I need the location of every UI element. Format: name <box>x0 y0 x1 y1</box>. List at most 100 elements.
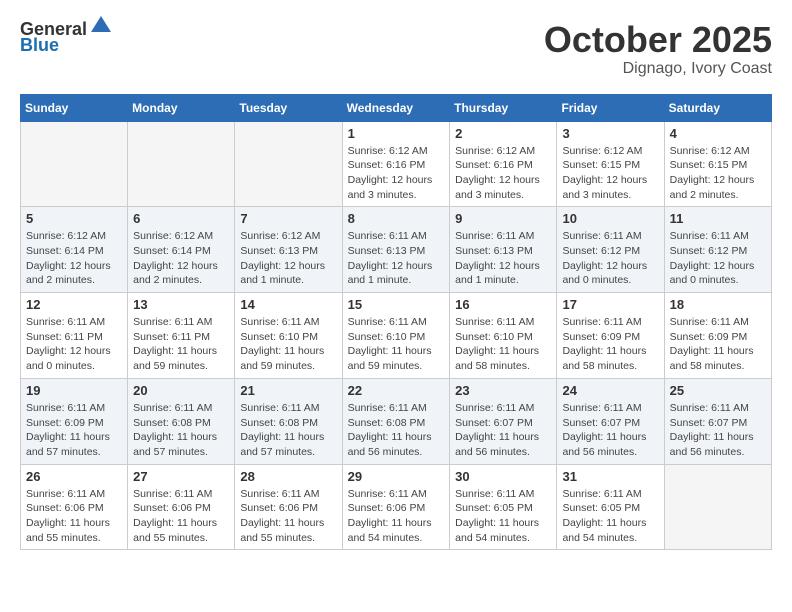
calendar-cell: 9 Sunrise: 6:11 AM Sunset: 6:13 PM Daylig… <box>450 207 557 293</box>
logo-text: General Blue <box>20 20 113 56</box>
weekday-header-sunday: Sunday <box>21 94 128 121</box>
calendar-cell <box>21 121 128 207</box>
day-number: 27 <box>133 469 229 484</box>
location: Dignago, Ivory Coast <box>544 60 772 78</box>
logo: General Blue <box>20 20 113 56</box>
day-number: 25 <box>670 383 766 398</box>
calendar-week-row: 5Sunrise: 6:12 AM Sunset: 6:14 PM Daylig… <box>21 207 772 293</box>
day-number: 10 <box>562 211 658 226</box>
calendar-cell <box>664 464 771 550</box>
day-number: 29 <box>348 469 445 484</box>
calendar-cell: 18 Sunrise: 6:11 AM Sunset: 6:09 PM Dayli… <box>664 293 771 379</box>
calendar-cell <box>235 121 342 207</box>
day-number: 7 <box>240 211 336 226</box>
day-info: Sunrise: 6:11 AM Sunset: 6:06 PM Dayligh… <box>240 487 336 546</box>
day-number: 12 <box>26 297 122 312</box>
calendar-cell: 31 Sunrise: 6:11 AM Sunset: 6:05 PM Dayli… <box>557 464 664 550</box>
calendar-cell: 25 Sunrise: 6:11 AM Sunset: 6:07 PM Dayli… <box>664 378 771 464</box>
day-number: 18 <box>670 297 766 312</box>
title-block: October 2025 Dignago, Ivory Coast <box>544 20 772 78</box>
calendar-cell: 6 Sunrise: 6:12 AM Sunset: 6:14 PM Daylig… <box>128 207 235 293</box>
day-info: Sunrise: 6:11 AM Sunset: 6:07 PM Dayligh… <box>562 401 658 460</box>
page-header: General Blue October 2025 Dignago, Ivory… <box>20 20 772 78</box>
calendar-cell: 8 Sunrise: 6:11 AM Sunset: 6:13 PM Daylig… <box>342 207 450 293</box>
calendar-cell: 7 Sunrise: 6:12 AM Sunset: 6:13 PM Daylig… <box>235 207 342 293</box>
day-number: 13 <box>133 297 229 312</box>
calendar-cell: 11 Sunrise: 6:11 AM Sunset: 6:12 PM Dayli… <box>664 207 771 293</box>
day-number: 6 <box>133 211 229 226</box>
day-info: Sunrise: 6:11 AM Sunset: 6:10 PM Dayligh… <box>240 315 336 374</box>
calendar-cell: 29 Sunrise: 6:11 AM Sunset: 6:06 PM Dayli… <box>342 464 450 550</box>
calendar-cell: 27 Sunrise: 6:11 AM Sunset: 6:06 PM Dayli… <box>128 464 235 550</box>
day-number: 17 <box>562 297 658 312</box>
calendar-cell: 30Sunrise: 6:11 AM Sunset: 6:05 PM Dayli… <box>450 464 557 550</box>
calendar-table: SundayMondayTuesdayWednesdayThursdayFrid… <box>20 94 772 551</box>
day-info: Sunrise: 6:12 AM Sunset: 6:14 PM Dayligh… <box>26 229 122 288</box>
weekday-header-monday: Monday <box>128 94 235 121</box>
day-info: Sunrise: 6:11 AM Sunset: 6:05 PM Dayligh… <box>562 487 658 546</box>
day-info: Sunrise: 6:11 AM Sunset: 6:12 PM Dayligh… <box>562 229 658 288</box>
calendar-cell: 22Sunrise: 6:11 AM Sunset: 6:08 PM Dayli… <box>342 378 450 464</box>
day-number: 24 <box>562 383 658 398</box>
weekday-header-thursday: Thursday <box>450 94 557 121</box>
day-number: 19 <box>26 383 122 398</box>
day-info: Sunrise: 6:12 AM Sunset: 6:16 PM Dayligh… <box>348 144 445 203</box>
calendar-cell: 24 Sunrise: 6:11 AM Sunset: 6:07 PM Dayli… <box>557 378 664 464</box>
day-number: 8 <box>348 211 445 226</box>
day-number: 11 <box>670 211 766 226</box>
calendar-cell: 26Sunrise: 6:11 AM Sunset: 6:06 PM Dayli… <box>21 464 128 550</box>
calendar-cell <box>128 121 235 207</box>
calendar-cell: 16 Sunrise: 6:11 AM Sunset: 6:10 PM Dayli… <box>450 293 557 379</box>
weekday-header-row: SundayMondayTuesdayWednesdayThursdayFrid… <box>21 94 772 121</box>
day-number: 23 <box>455 383 551 398</box>
day-info: Sunrise: 6:11 AM Sunset: 6:06 PM Dayligh… <box>348 487 445 546</box>
day-info: Sunrise: 6:11 AM Sunset: 6:08 PM Dayligh… <box>240 401 336 460</box>
day-number: 16 <box>455 297 551 312</box>
day-info: Sunrise: 6:11 AM Sunset: 6:08 PM Dayligh… <box>133 401 229 460</box>
day-info: Sunrise: 6:11 AM Sunset: 6:06 PM Dayligh… <box>133 487 229 546</box>
day-number: 3 <box>562 126 658 141</box>
weekday-header-saturday: Saturday <box>664 94 771 121</box>
day-number: 31 <box>562 469 658 484</box>
day-info: Sunrise: 6:11 AM Sunset: 6:09 PM Dayligh… <box>26 401 122 460</box>
weekday-header-tuesday: Tuesday <box>235 94 342 121</box>
day-info: Sunrise: 6:12 AM Sunset: 6:13 PM Dayligh… <box>240 229 336 288</box>
calendar-cell: 12 Sunrise: 6:11 AM Sunset: 6:11 PM Dayli… <box>21 293 128 379</box>
logo-blue: Blue <box>20 36 113 56</box>
day-number: 21 <box>240 383 336 398</box>
calendar-cell: 14 Sunrise: 6:11 AM Sunset: 6:10 PM Dayli… <box>235 293 342 379</box>
day-info: Sunrise: 6:11 AM Sunset: 6:07 PM Dayligh… <box>455 401 551 460</box>
calendar-cell: 1Sunrise: 6:12 AM Sunset: 6:16 PM Daylig… <box>342 121 450 207</box>
day-info: Sunrise: 6:11 AM Sunset: 6:12 PM Dayligh… <box>670 229 766 288</box>
day-number: 28 <box>240 469 336 484</box>
day-info: Sunrise: 6:12 AM Sunset: 6:14 PM Dayligh… <box>133 229 229 288</box>
day-number: 20 <box>133 383 229 398</box>
calendar-week-row: 12 Sunrise: 6:11 AM Sunset: 6:11 PM Dayli… <box>21 293 772 379</box>
calendar-cell: 10 Sunrise: 6:11 AM Sunset: 6:12 PM Dayli… <box>557 207 664 293</box>
calendar-cell: 17Sunrise: 6:11 AM Sunset: 6:09 PM Dayli… <box>557 293 664 379</box>
calendar-week-row: 19 Sunrise: 6:11 AM Sunset: 6:09 PM Dayli… <box>21 378 772 464</box>
weekday-header-wednesday: Wednesday <box>342 94 450 121</box>
day-info: Sunrise: 6:12 AM Sunset: 6:15 PM Dayligh… <box>670 144 766 203</box>
calendar-cell: 19 Sunrise: 6:11 AM Sunset: 6:09 PM Dayli… <box>21 378 128 464</box>
day-number: 9 <box>455 211 551 226</box>
day-info: Sunrise: 6:11 AM Sunset: 6:10 PM Dayligh… <box>455 315 551 374</box>
day-number: 26 <box>26 469 122 484</box>
calendar-week-row: 26 Sunrise: 6:11 AM Sunset: 6:06 PM Dayli… <box>21 464 772 550</box>
day-info: Sunrise: 6:11 AM Sunset: 6:13 PM Dayligh… <box>455 229 551 288</box>
day-info: Sunrise: 6:11 AM Sunset: 6:11 PM Dayligh… <box>26 315 122 374</box>
day-info: Sunrise: 6:11 AM Sunset: 6:13 PM Dayligh… <box>348 229 445 288</box>
day-number: 30 <box>455 469 551 484</box>
calendar-cell: 13Sunrise: 6:11 AM Sunset: 6:11 PM Dayli… <box>128 293 235 379</box>
day-number: 14 <box>240 297 336 312</box>
calendar-cell: 4Sunrise: 6:12 AM Sunset: 6:15 PM Daylig… <box>664 121 771 207</box>
calendar-cell: 20 Sunrise: 6:11 AM Sunset: 6:08 PM Dayli… <box>128 378 235 464</box>
day-info: Sunrise: 6:11 AM Sunset: 6:09 PM Dayligh… <box>670 315 766 374</box>
calendar-cell: 5Sunrise: 6:12 AM Sunset: 6:14 PM Daylig… <box>21 207 128 293</box>
calendar-cell: 28 Sunrise: 6:11 AM Sunset: 6:06 PM Dayli… <box>235 464 342 550</box>
day-info: Sunrise: 6:11 AM Sunset: 6:07 PM Dayligh… <box>670 401 766 460</box>
calendar-cell: 15Sunrise: 6:11 AM Sunset: 6:10 PM Dayli… <box>342 293 450 379</box>
calendar-cell: 23 Sunrise: 6:11 AM Sunset: 6:07 PM Dayli… <box>450 378 557 464</box>
day-number: 22 <box>348 383 445 398</box>
day-info: Sunrise: 6:12 AM Sunset: 6:15 PM Dayligh… <box>562 144 658 203</box>
